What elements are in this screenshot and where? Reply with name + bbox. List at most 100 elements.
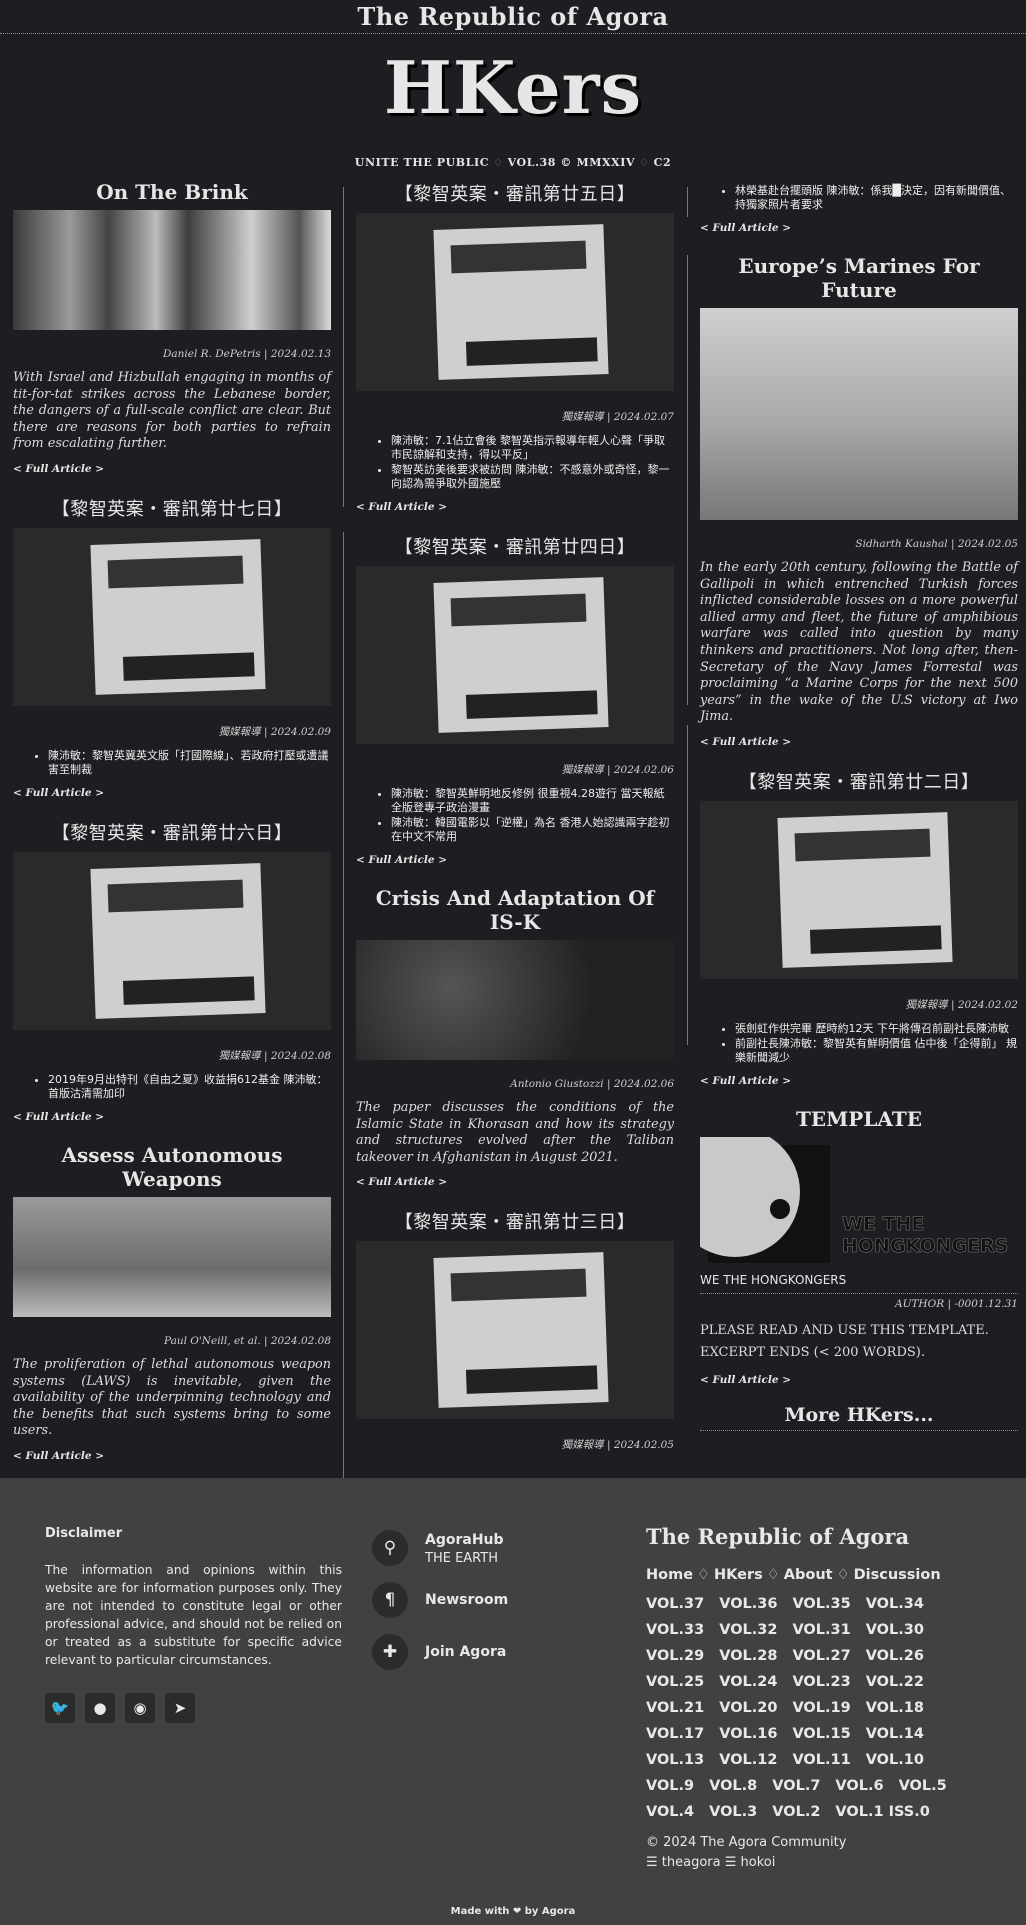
nav-discussion[interactable]: Discussion: [854, 1567, 941, 1583]
soldier-drone-image[interactable]: [700, 308, 1018, 520]
github-icon[interactable]: ●: [85, 1693, 115, 1723]
full-article-link[interactable]: < Full Article >: [700, 222, 1018, 234]
newspaper-hands-image[interactable]: [356, 566, 674, 744]
volume-link[interactable]: VOL.11: [792, 1747, 850, 1773]
volume-link[interactable]: VOL.35: [792, 1591, 850, 1617]
volume-link[interactable]: VOL.37: [646, 1591, 704, 1617]
volume-link[interactable]: VOL.23: [792, 1669, 850, 1695]
volume-link[interactable]: VOL.36: [719, 1591, 777, 1617]
hkers-logo[interactable]: HKers: [0, 52, 1026, 124]
volume-link[interactable]: VOL.29: [646, 1643, 704, 1669]
article-title[interactable]: Assess Autonomous Weapons: [13, 1143, 331, 1191]
volume-link[interactable]: VOL.28: [719, 1643, 777, 1669]
newspaper-hands-image[interactable]: [13, 851, 331, 1030]
column-rule: [343, 187, 344, 507]
article-title[interactable]: 【黎智英案・審訊第廿四日】: [356, 533, 674, 559]
article-byline: AUTHOR | -0001.12.31: [895, 1297, 1018, 1310]
volume-link[interactable]: VOL.32: [719, 1617, 777, 1643]
template-body: PLEASE READ AND USE THIS TEMPLATE. EXCER…: [700, 1322, 989, 1360]
volume-link[interactable]: VOL.34: [866, 1591, 924, 1617]
nav-home[interactable]: Home: [646, 1567, 693, 1583]
article-title[interactable]: 【黎智英案・審訊第廿五日】: [356, 180, 674, 206]
article-card: 【黎智英案・審訊第廿四日】 獨媒報導 | 2024.02.06 陳沛敏：黎智英鮮…: [356, 533, 674, 866]
footer-brand[interactable]: The Republic of Agora: [646, 1524, 982, 1549]
volume-link[interactable]: VOL.3: [709, 1799, 757, 1825]
full-article-link[interactable]: < Full Article >: [13, 463, 331, 475]
volume-link[interactable]: VOL.13: [646, 1747, 704, 1773]
logo-text: WE THE HONGKONGERS: [842, 1213, 1009, 1258]
volume-link[interactable]: VOL.33: [646, 1617, 704, 1643]
volume-link[interactable]: VOL.4: [646, 1799, 694, 1825]
volume-link[interactable]: VOL.25: [646, 1669, 704, 1695]
more-hkers-link[interactable]: More HKers...: [700, 1404, 1018, 1431]
link-label: Newsroom: [425, 1592, 509, 1608]
article-title[interactable]: 【黎智英案・審訊第廿六日】: [13, 819, 331, 845]
hongkongers-logo-image[interactable]: WE THE HONGKONGERS: [700, 1136, 1018, 1263]
volume-link[interactable]: VOL.14: [866, 1721, 924, 1747]
newspaper-hands-image[interactable]: [13, 527, 331, 706]
article-title[interactable]: Europe’s Marines For Future: [700, 254, 1018, 302]
full-article-link[interactable]: < Full Article >: [13, 1450, 331, 1462]
volume-link[interactable]: VOL.10: [866, 1747, 924, 1773]
link-newsroom[interactable]: ¶ Newsroom: [372, 1582, 508, 1618]
volume-link[interactable]: VOL.16: [719, 1721, 777, 1747]
newspaper-hands-image[interactable]: [700, 800, 1018, 979]
drones-image[interactable]: [13, 1196, 331, 1317]
link-agorahub[interactable]: ⚲ AgoraHub THE EARTH: [372, 1529, 508, 1566]
volume-link[interactable]: VOL.30: [866, 1617, 924, 1643]
column-right: 林榮基赴台擺頭版 陳沛敏：係我█決定，因有新聞價值、持獨家照片者要求 < Ful…: [700, 180, 1018, 1451]
full-article-link[interactable]: < Full Article >: [13, 787, 331, 799]
volume-link[interactable]: VOL.17: [646, 1721, 704, 1747]
volume-link[interactable]: VOL.22: [866, 1669, 924, 1695]
article-abstract: The proliferation of lethal autonomous w…: [13, 1356, 331, 1439]
article-title[interactable]: 【黎智英案・審訊第廿三日】: [356, 1208, 674, 1234]
twitter-icon[interactable]: 🐦: [45, 1693, 75, 1723]
column-rule: [687, 187, 688, 217]
social-handles[interactable]: ☰ theagora ☰ hokoi: [646, 1853, 982, 1873]
volume-link[interactable]: VOL.9: [646, 1773, 694, 1799]
volume-link[interactable]: VOL.27: [792, 1643, 850, 1669]
article-title[interactable]: 【黎智英案・審訊第廿二日】: [700, 768, 1018, 794]
network-map-image[interactable]: [356, 940, 674, 1060]
volume-link[interactable]: VOL.31: [792, 1617, 850, 1643]
volume-link[interactable]: VOL.6: [835, 1773, 883, 1799]
newspaper-hands-image[interactable]: [356, 1241, 674, 1420]
site-name-header[interactable]: The Republic of Agora: [0, 0, 1026, 34]
nav-about[interactable]: About: [784, 1567, 833, 1583]
article-title[interactable]: 【黎智英案・審訊第廿七日】: [13, 495, 331, 521]
article-title[interactable]: TEMPLATE: [700, 1107, 1018, 1131]
volume-link[interactable]: VOL.24: [719, 1669, 777, 1695]
full-article-link[interactable]: < Full Article >: [700, 1374, 1018, 1386]
article-card: Crisis And Adaptation Of IS-K Antonio Gi…: [356, 886, 674, 1188]
article-title[interactable]: On The Brink: [13, 180, 331, 204]
newspaper-hands-image[interactable]: [356, 213, 674, 391]
volume-link[interactable]: VOL.21: [646, 1695, 704, 1721]
full-article-link[interactable]: < Full Article >: [700, 736, 1018, 748]
volume-link[interactable]: VOL.19: [792, 1695, 850, 1721]
soldiers-flags-image[interactable]: [13, 210, 331, 330]
volume-link[interactable]: VOL.5: [899, 1773, 947, 1799]
reddit-icon[interactable]: ◉: [125, 1693, 155, 1723]
telegram-icon[interactable]: ➤: [165, 1693, 195, 1723]
volume-link[interactable]: VOL.1 ISS.0: [835, 1799, 929, 1825]
article-title[interactable]: Crisis And Adaptation Of IS-K: [356, 886, 674, 934]
full-article-link[interactable]: < Full Article >: [356, 501, 674, 513]
volume-link[interactable]: VOL.12: [719, 1747, 777, 1773]
volume-link[interactable]: VOL.26: [866, 1643, 924, 1669]
full-article-link[interactable]: < Full Article >: [700, 1075, 1018, 1087]
bullet-item: 前副社長陳沛敏：黎智英有鮮明價值 佔中後「企得前」 規樂新聞減少: [735, 1037, 1018, 1065]
made-with-credit: Made with ❤ by Agora: [450, 1906, 576, 1917]
disclaimer-text: The information and opinions within this…: [45, 1563, 342, 1667]
volume-link[interactable]: VOL.2: [772, 1799, 820, 1825]
volume-link[interactable]: VOL.7: [772, 1773, 820, 1799]
full-article-link[interactable]: < Full Article >: [13, 1111, 331, 1123]
full-article-link[interactable]: < Full Article >: [356, 1176, 674, 1188]
volume-link[interactable]: VOL.18: [866, 1695, 924, 1721]
nav-hkers[interactable]: HKers: [714, 1567, 763, 1583]
volume-link[interactable]: VOL.15: [792, 1721, 850, 1747]
volume-link[interactable]: VOL.20: [719, 1695, 777, 1721]
bullet-item: 2019年9月出特刊《自由之夏》收益捐612基金 陳沛敏：首版沽清需加印: [48, 1073, 331, 1101]
volume-link[interactable]: VOL.8: [709, 1773, 757, 1799]
full-article-link[interactable]: < Full Article >: [356, 854, 674, 866]
link-join-agora[interactable]: ✚ Join Agora: [372, 1634, 508, 1670]
